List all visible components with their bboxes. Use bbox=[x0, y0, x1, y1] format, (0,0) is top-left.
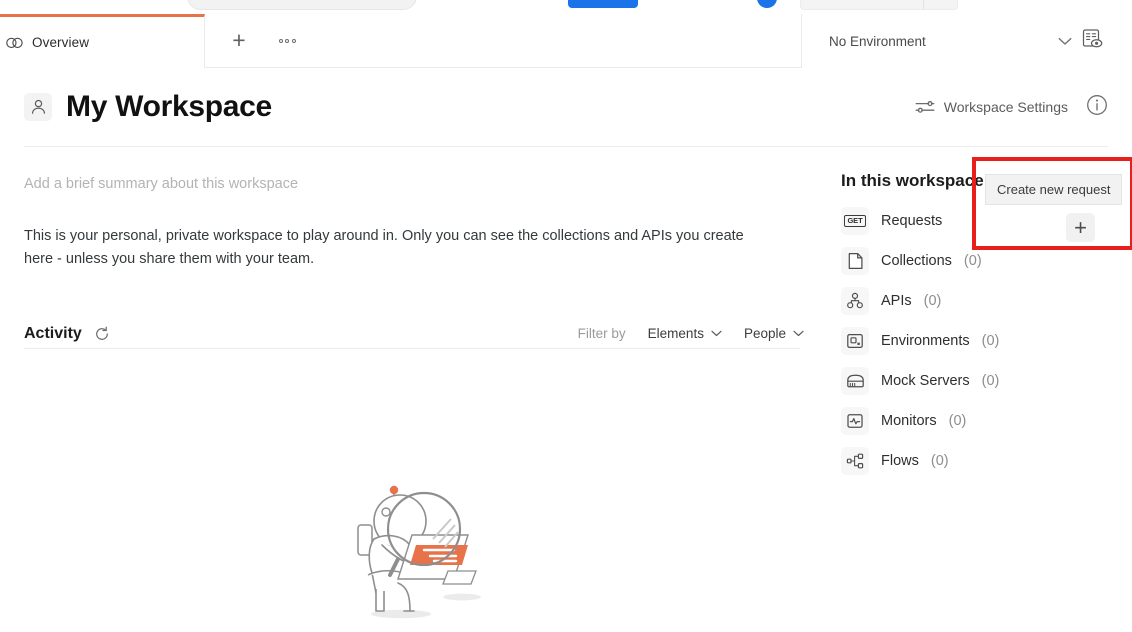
workspace-item-count: (0) bbox=[924, 293, 942, 309]
top-right-separator bbox=[923, 0, 924, 10]
workspace-item-collections[interactable]: Collections (0) bbox=[841, 241, 1132, 281]
flows-nodes-icon bbox=[841, 447, 869, 475]
workspace-item-label: Environments bbox=[881, 333, 970, 349]
monitor-pulse-icon bbox=[841, 407, 869, 435]
collection-folder-icon bbox=[841, 247, 869, 275]
new-tab-button[interactable]: + bbox=[225, 27, 253, 55]
sliders-icon bbox=[915, 99, 935, 115]
environment-icon bbox=[841, 327, 869, 355]
workspace-item-environments[interactable]: Environments (0) bbox=[841, 321, 1132, 361]
chevron-down-icon bbox=[1058, 37, 1072, 46]
workspace-settings-button[interactable]: Workspace Settings bbox=[915, 99, 1068, 115]
workspace-item-count: (0) bbox=[982, 333, 1000, 349]
workspace-item-label: Collections bbox=[881, 253, 952, 269]
header-divider bbox=[24, 146, 1108, 147]
environment-quick-look-icon[interactable] bbox=[1080, 27, 1104, 56]
workspace-header: My Workspace Workspace Settings bbox=[0, 68, 1132, 146]
filter-people-label: People bbox=[744, 326, 786, 341]
tab-overview-label: Overview bbox=[32, 35, 89, 50]
tab-overview[interactable]: Overview bbox=[0, 14, 205, 68]
workspace-item-label: Mock Servers bbox=[881, 373, 970, 389]
person-icon bbox=[24, 93, 52, 121]
workspace-header-actions: Workspace Settings bbox=[915, 94, 1108, 121]
workspace-item-label: Monitors bbox=[881, 413, 937, 429]
user-avatar[interactable] bbox=[757, 0, 777, 8]
activity-title: Activity bbox=[24, 325, 82, 343]
workspace-settings-label: Workspace Settings bbox=[944, 99, 1068, 115]
workspace-item-label: Requests bbox=[881, 213, 942, 229]
create-new-request-tooltip: Create new request bbox=[985, 174, 1122, 205]
chevron-down-icon bbox=[711, 330, 722, 337]
api-node-icon bbox=[841, 287, 869, 315]
environment-selected-label: No Environment bbox=[829, 34, 926, 49]
refresh-icon[interactable] bbox=[94, 326, 110, 342]
tab-more-options-icon[interactable] bbox=[273, 27, 301, 55]
workspace-item-count: (0) bbox=[949, 413, 967, 429]
info-circle-icon[interactable] bbox=[1086, 94, 1108, 121]
filter-elements-label: Elements bbox=[648, 326, 704, 341]
activity-filters: Filter by Elements People bbox=[578, 326, 804, 341]
workspace-item-label: Flows bbox=[881, 453, 919, 469]
top-right-buttons[interactable] bbox=[800, 0, 958, 10]
environment-selector[interactable]: No Environment bbox=[829, 34, 1072, 49]
global-search-input[interactable] bbox=[187, 0, 417, 10]
workspace-item-mock-servers[interactable]: Mock Servers (0) bbox=[841, 361, 1132, 401]
overview-circles-icon bbox=[6, 36, 23, 50]
filter-by-label: Filter by bbox=[578, 326, 626, 341]
chevron-down-icon bbox=[793, 330, 804, 337]
in-this-workspace-panel: In this workspace GET Requests Collectio… bbox=[841, 160, 1132, 481]
filter-people-dropdown[interactable]: People bbox=[744, 326, 804, 341]
workspace-description: This is your personal, private workspace… bbox=[24, 225, 769, 272]
workspace-item-monitors[interactable]: Monitors (0) bbox=[841, 401, 1132, 441]
workspace-item-flows[interactable]: Flows (0) bbox=[841, 441, 1132, 481]
filter-elements-dropdown[interactable]: Elements bbox=[648, 326, 722, 341]
page-title: My Workspace bbox=[66, 90, 272, 124]
workspace-item-count: (0) bbox=[982, 373, 1000, 389]
get-method-badge-icon: GET bbox=[841, 207, 869, 235]
create-new-request-button[interactable]: + bbox=[1066, 213, 1095, 242]
activity-divider bbox=[24, 348, 800, 349]
tab-actions: + bbox=[205, 14, 802, 68]
workspace-item-label: APIs bbox=[881, 293, 912, 309]
upgrade-button[interactable] bbox=[568, 0, 638, 8]
astronaut-magnifying-glass-illustration bbox=[338, 467, 498, 632]
workspace-item-apis[interactable]: APIs (0) bbox=[841, 281, 1132, 321]
environment-area: No Environment bbox=[802, 14, 1132, 68]
summary-input[interactable]: Add a brief summary about this workspace bbox=[24, 176, 804, 192]
tab-bar: Overview + No Environment bbox=[0, 14, 1132, 68]
workspace-overview-main: Add a brief summary about this workspace… bbox=[24, 160, 804, 343]
workspace-item-count: (0) bbox=[931, 453, 949, 469]
activity-header: Activity Filter by Elements People bbox=[24, 325, 804, 343]
workspace-item-count: (0) bbox=[964, 253, 982, 269]
cutoff-top-toolbar bbox=[0, 0, 1132, 14]
workspace-title-wrap: My Workspace bbox=[24, 90, 272, 124]
mock-server-icon bbox=[841, 367, 869, 395]
